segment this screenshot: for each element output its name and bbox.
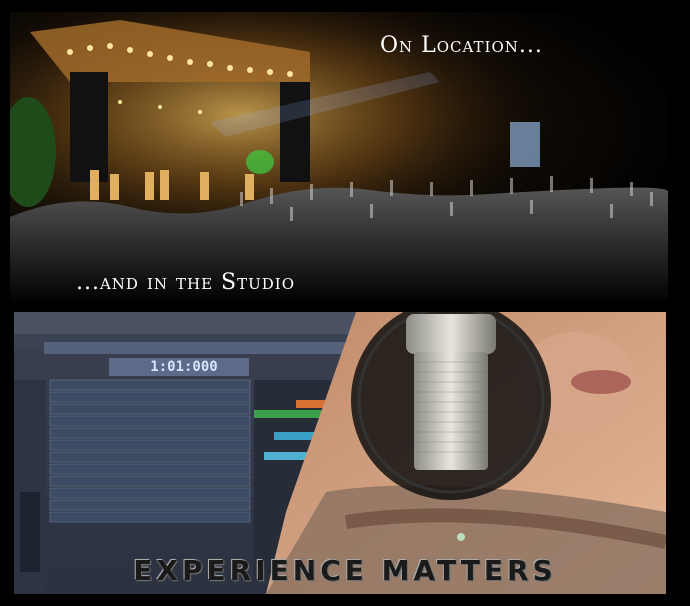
in-studio-caption: ...and in the Studio xyxy=(76,270,295,295)
video-screen xyxy=(510,122,540,167)
microphone-photo xyxy=(246,312,666,594)
speaker-left xyxy=(70,72,108,182)
on-location-caption: On Location... xyxy=(380,33,543,58)
singer-with-mic xyxy=(266,312,666,594)
daw-timecode: 1:01:000 xyxy=(150,359,218,375)
concert-photo xyxy=(10,12,668,304)
speaker-right xyxy=(280,82,310,182)
green-light xyxy=(246,150,274,174)
concert-scene xyxy=(10,12,668,304)
experience-matters-tagline: EXPERIENCE MATTERS xyxy=(133,554,557,587)
promo-banner: On Location... ...and in the Studio 1:01… xyxy=(0,0,690,606)
studio-photo: 1:01:000 xyxy=(14,312,666,594)
